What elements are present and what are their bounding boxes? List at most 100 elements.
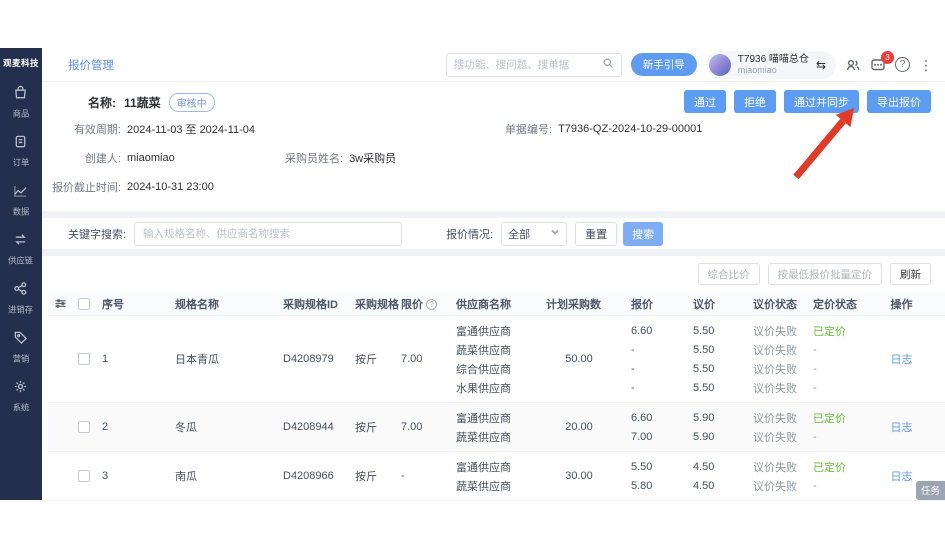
app-logo: 观麦科技 <box>3 57 39 69</box>
sidebar-item-marketing[interactable]: 营销 <box>12 330 30 365</box>
header-spec-name: 规格名称 <box>160 296 265 312</box>
exchange-arrows-icon <box>13 232 28 252</box>
row-checkbox[interactable] <box>78 353 90 365</box>
spec-name: 南瓜 <box>160 468 265 484</box>
plan-qty: 20.00 <box>543 421 615 433</box>
filter-bar: 关键字搜索: 报价情况: 全部 重置 搜索 <box>42 218 945 249</box>
sidebar-item-inventory[interactable]: 进销存 <box>7 281 34 316</box>
supplier-names: 富通供应商 蔬菜供应商 <box>453 457 543 495</box>
compare-prices-button[interactable]: 综合比价 <box>698 263 760 285</box>
quote-detail-panel: 名称: 11蔬菜 审核中 通过 拒绝 通过并同步 导出报价 有效周期: 2024… <box>42 82 945 211</box>
sidebar-item-label: 订单 <box>13 157 30 169</box>
quotes: 5.50 5.80 <box>615 457 673 495</box>
nego-statuses: 议价失败 议价失败 <box>728 408 796 446</box>
quote-status-selected-value: 全部 <box>508 226 530 242</box>
switch-account-icon[interactable]: ⇆ <box>816 58 826 72</box>
refresh-button[interactable]: 刷新 <box>890 263 931 285</box>
spec-id: D4208966 <box>265 470 353 482</box>
quote-sheet-name: 11蔬菜 <box>124 94 161 111</box>
quote-deadline-value: 2024-10-31 23:00 <box>127 181 214 193</box>
header-price-status: 定价状态 <box>796 296 858 312</box>
header-purchase-spec: 采购规格 <box>353 296 401 312</box>
valid-period-value: 2024-11-03 至 2024-11-04 <box>127 121 255 137</box>
batch-price-by-lowest-button[interactable]: 按最低报价批量定价 <box>768 263 883 285</box>
topbar: 报价管理 新手引导 T7936 喵喵总仓 miaomiao ⇆ <box>42 48 945 82</box>
log-link[interactable]: 日志 <box>858 351 945 367</box>
order-icon <box>13 134 28 154</box>
search-button[interactable]: 搜索 <box>623 222 663 246</box>
buyer-label: 采购员姓名: <box>285 150 343 166</box>
creator-label: 创建人: <box>42 150 121 166</box>
sidebar-item-data[interactable]: 数据 <box>12 183 30 218</box>
spec-id: D4208944 <box>265 421 353 433</box>
buyer-value: 3w采购员 <box>349 150 396 166</box>
supplier-names: 富通供应商 蔬菜供应商 <box>453 408 543 446</box>
sidebar-item-label: 营销 <box>13 353 30 365</box>
row-checkbox[interactable] <box>78 421 90 433</box>
purchase-spec: 按斤 <box>353 351 401 367</box>
select-all-checkbox[interactable] <box>78 298 90 310</box>
keyword-search-input[interactable] <box>134 222 402 246</box>
nego-statuses: 议价失败 议价失败 议价失败 议价失败 <box>728 321 796 397</box>
doc-no-value: T7936-QZ-2024-10-29-00001 <box>558 123 702 135</box>
purchase-spec: 按斤 <box>353 419 401 435</box>
header-nego-status: 议价状态 <box>728 296 796 312</box>
table-row: 2 冬瓜 D4208944 按斤 7.00 富通供应商 蔬菜供应商 20.00 … <box>48 403 945 452</box>
header-negotiated: 议价 <box>673 296 728 312</box>
header-action: 操作 <box>858 296 945 312</box>
help-icon[interactable]: ? <box>895 57 910 72</box>
spec-name: 日本青瓜 <box>160 351 265 367</box>
negotiated-prices: 4.50 4.50 <box>673 457 728 495</box>
negotiated-prices: 5.90 5.90 <box>673 408 728 446</box>
header-spec-id: 采购规格ID <box>265 296 353 312</box>
community-icon[interactable] <box>845 57 861 73</box>
breadcrumb[interactable]: 报价管理 <box>68 57 114 73</box>
more-menu-icon[interactable]: ⋮ <box>919 58 933 72</box>
header-seq: 序号 <box>96 296 160 312</box>
search-icon[interactable] <box>602 56 614 74</box>
global-search-input[interactable] <box>454 59 596 71</box>
task-float-button[interactable]: 任务 <box>916 481 945 500</box>
header-supplier: 供应商名称 <box>453 296 543 312</box>
sidebar-item-orders[interactable]: 订单 <box>12 134 30 169</box>
column-settings-icon[interactable] <box>48 297 72 310</box>
table-header-row: 序号 规格名称 采购规格ID 采购规格 限价? 供应商名称 计划采购数 报价 议… <box>48 292 945 316</box>
log-link[interactable]: 日志 <box>858 419 945 435</box>
limit-price: 7.00 <box>401 421 453 433</box>
user-menu[interactable]: T7936 喵喵总仓 miaomiao ⇆ <box>706 51 836 79</box>
price-statuses: 已定价 - <box>796 408 858 446</box>
reject-button[interactable]: 拒绝 <box>734 90 776 113</box>
limit-price: - <box>401 470 453 482</box>
quote-status-select[interactable]: 全部 <box>501 222 567 246</box>
user-name: T7936 喵喵总仓 <box>738 54 809 65</box>
messages-icon[interactable]: 3 <box>870 57 886 73</box>
newbie-guide-button[interactable]: 新手引导 <box>631 53 697 76</box>
limit-price: 7.00 <box>401 353 453 365</box>
keyword-search-label: 关键字搜索: <box>68 226 126 242</box>
main-area: 报价管理 新手引导 T7936 喵喵总仓 miaomiao ⇆ <box>42 48 945 500</box>
sidebar-item-label: 系统 <box>13 402 30 414</box>
sidebar-item-label: 商品 <box>13 108 30 120</box>
price-statuses: 已定价 - - - <box>796 321 858 397</box>
header-quote: 报价 <box>615 296 673 312</box>
sidebar-item-system[interactable]: 系统 <box>12 379 30 414</box>
quotes: 6.60 7.00 <box>615 408 673 446</box>
sidebar: 观麦科技 商品 订单 数据 供应链 进销存 <box>0 48 42 500</box>
row-seq: 3 <box>96 470 160 482</box>
limit-price-help-icon[interactable]: ? <box>426 299 437 310</box>
creator-value: miaomiao <box>127 152 175 164</box>
nego-statuses: 议价失败 议价失败 <box>728 457 796 495</box>
export-quote-button[interactable]: 导出报价 <box>867 90 931 113</box>
spec-id: D4208979 <box>265 353 353 365</box>
approve-and-sync-button[interactable]: 通过并同步 <box>784 90 859 113</box>
sidebar-item-supply-chain[interactable]: 供应链 <box>7 232 34 267</box>
approve-button[interactable]: 通过 <box>684 90 726 113</box>
bag-icon <box>13 85 28 105</box>
reset-button[interactable]: 重置 <box>575 222 617 246</box>
spec-name: 冬瓜 <box>160 419 265 435</box>
chevron-down-icon <box>550 227 560 240</box>
row-checkbox[interactable] <box>78 470 90 482</box>
table-row: 1 日本青瓜 D4208979 按斤 7.00 富通供应商 蔬菜供应商 综合供应… <box>48 316 945 403</box>
sidebar-item-goods[interactable]: 商品 <box>12 85 30 120</box>
doc-no-label: 单据编号: <box>505 121 552 137</box>
